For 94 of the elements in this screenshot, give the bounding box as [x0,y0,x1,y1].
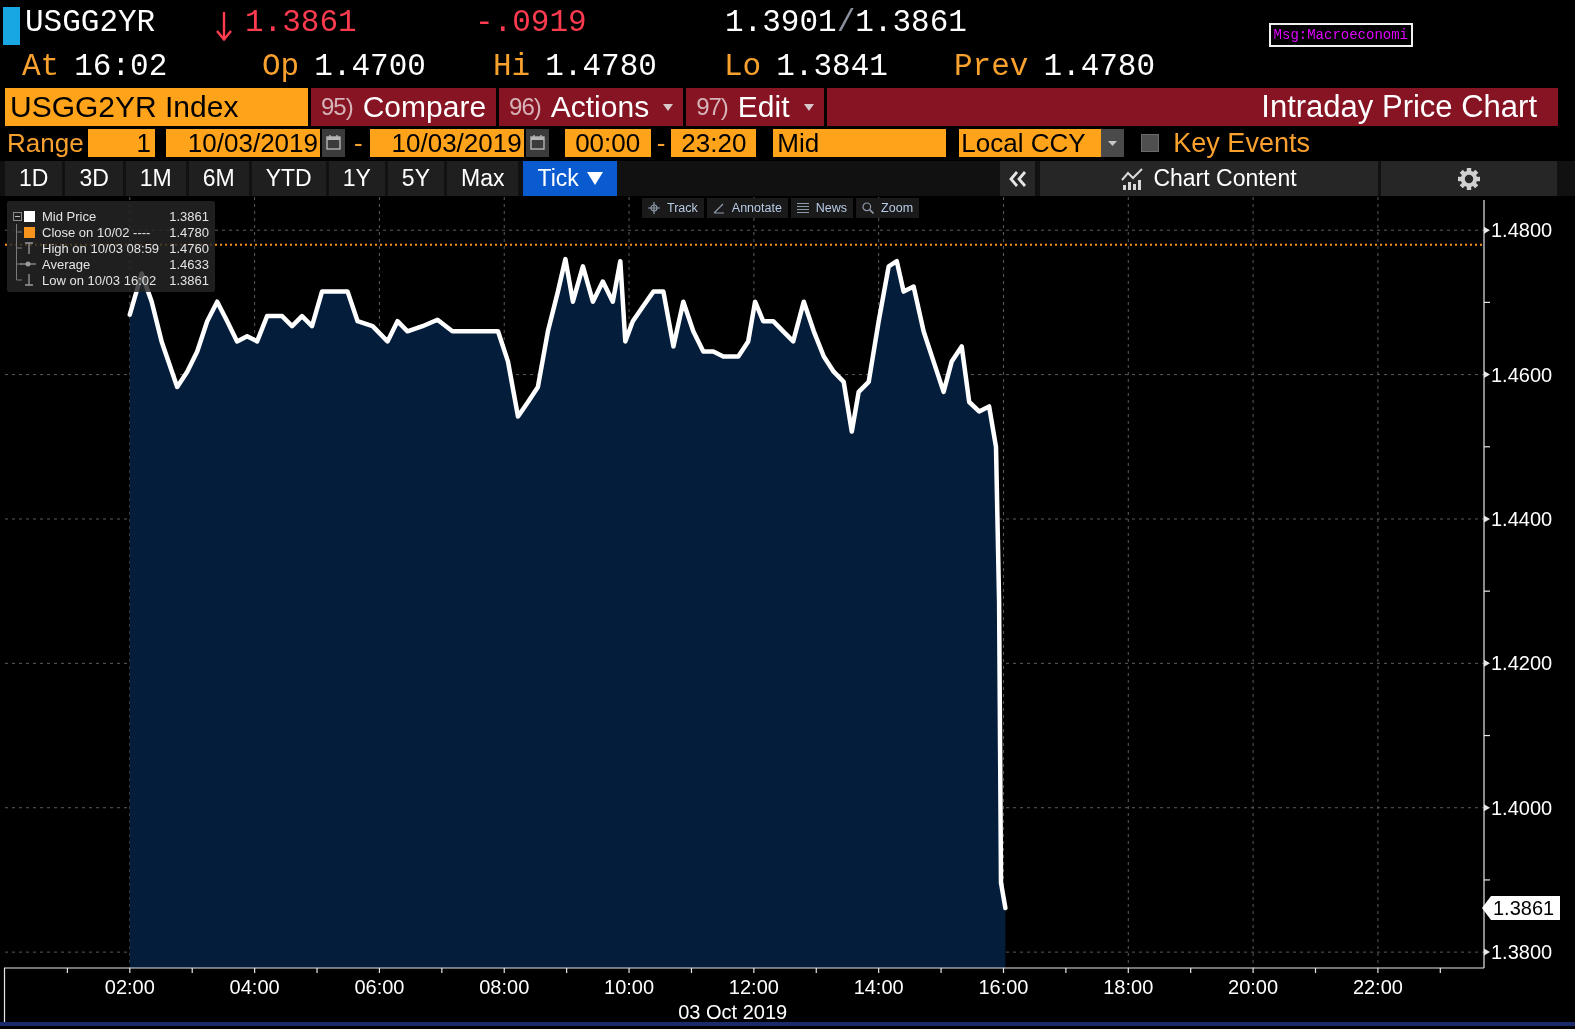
y-axis-label: 1.4400 [1491,507,1553,530]
range-separator: - [656,127,666,159]
period-tab[interactable]: 5Y [387,161,444,196]
period-tab[interactable]: YTD [251,161,326,196]
y-axis-label: 1.4600 [1491,363,1553,386]
period-tab[interactable]: 1M [125,161,186,196]
x-axis-label: 22:00 [1352,976,1403,998]
x-axis-label: 02:00 [104,976,155,998]
key-events-checkbox[interactable] [1141,134,1160,152]
settings-icon [1458,167,1480,190]
calendar-icon[interactable] [322,129,345,157]
command-button[interactable]: 96) Actions [499,88,684,126]
start-time-field[interactable]: 00:00 [564,129,651,157]
collapse-button[interactable] [1000,161,1035,196]
average-marker-icon [20,261,36,267]
range-separator: - [354,127,363,159]
chart-content-button[interactable]: Chart Content [1040,161,1378,196]
y-axis-label: 1.4800 [1491,219,1553,242]
chart-tool-button[interactable]: News [790,198,854,218]
checkbox-label: Key Events [1173,127,1310,159]
crosshair-icon [648,202,660,214]
y-axis-label: 1.3800 [1491,941,1553,964]
start-date-field[interactable]: 10/03/2019 [166,129,320,157]
legend-label: Close on 10/02 ---- [42,224,152,240]
ask-price: 1.3861 [855,4,967,42]
currency-dropdown[interactable]: Local CCY [959,129,1125,157]
last-price: 1.3861 [245,4,358,42]
command-button[interactable]: 97) Edit [686,88,824,126]
ticker-marker-icon [3,7,20,45]
end-date-field[interactable]: 10/03/2019 [369,129,524,157]
x-axis-label: 20:00 [1228,976,1279,998]
x-axis-label: 16:00 [978,976,1029,998]
x-axis-label: 06:00 [354,976,405,998]
magnifier-icon [862,202,875,214]
stat-value: 1.3841 [776,48,888,86]
x-axis-label: 18:00 [1103,976,1154,998]
low-marker-icon [23,274,35,286]
stat-value: 16:02 [74,48,168,86]
legend-value: 1.3861 [169,208,209,224]
period-tab[interactable]: Max [447,161,519,196]
period-tab[interactable]: 1Y [328,161,385,196]
command-button[interactable]: 95) Compare [311,88,497,126]
settings-button[interactable] [1381,161,1557,196]
x-axis-label: 10:00 [604,976,655,998]
last-price-tag: 1.3861 [1482,896,1560,921]
stat-value: 1.4780 [545,48,657,86]
stat-label: Hi [493,48,531,86]
period-tab[interactable]: Tick [523,161,617,196]
x-axis-label: 12:00 [728,976,779,998]
collapse-icon[interactable] [12,211,22,221]
x-axis-label: 14:00 [853,976,904,998]
y-axis-label: 1.4000 [1491,796,1553,819]
list-icon [796,202,809,214]
y-axis-label: 1.4200 [1491,652,1553,675]
legend-value: 1.4780 [169,224,209,240]
price-type-field[interactable]: Mid [773,129,947,157]
legend-value: 1.3861 [169,272,209,288]
period-tab[interactable]: 6M [188,161,249,196]
pen-icon [712,202,725,214]
date-axis-title: 03 Oct 2019 [678,1001,788,1022]
calendar-icon[interactable] [525,129,549,157]
legend-value: 1.4633 [169,256,209,272]
legend-value: 1.4760 [169,240,209,256]
bid-ask-separator: / [836,4,856,42]
stat-label: At [22,48,60,86]
bid-price: 1.3901 [725,4,837,42]
count-field[interactable]: 1 [88,129,155,157]
stat-label: Lo [724,48,762,86]
x-axis-label: 08:00 [479,976,530,998]
double-chevron-icon [1008,170,1027,187]
chart-tool-button[interactable]: Track [642,198,704,218]
stat-value: 1.4780 [1043,48,1156,86]
end-time-field[interactable]: 23:20 [671,129,757,157]
stat-label: Prev [954,48,1029,86]
security-field[interactable]: USGG2YR Index [5,88,308,126]
chart-title: Intraday Price Chart [1261,88,1537,126]
legend-label: Mid Price [42,208,98,224]
message-ticker[interactable]: Msg:Macroeconomi [1268,23,1413,47]
price-change: -.0919 [475,4,588,42]
ticker-symbol: USGG2YR [25,4,157,42]
stat-value: 1.4700 [314,48,426,86]
period-tab[interactable]: 1D [5,161,63,196]
legend-label: High on 10/03 08:59 [42,240,161,256]
high-marker-icon [23,242,35,254]
legend-label: Low on 10/03 16:02 [42,272,158,288]
x-axis-label: 04:00 [229,976,280,998]
stat-label: Op [262,48,300,86]
range-label: Range [7,127,85,159]
line-chart-icon [1121,167,1144,190]
chart-tool-button[interactable]: Zoom [856,198,920,218]
chart-tool-button[interactable]: Annotate [706,198,788,218]
period-tab[interactable]: 3D [65,161,123,196]
caret-icon [1101,129,1125,157]
legend-label: Average [42,256,92,272]
